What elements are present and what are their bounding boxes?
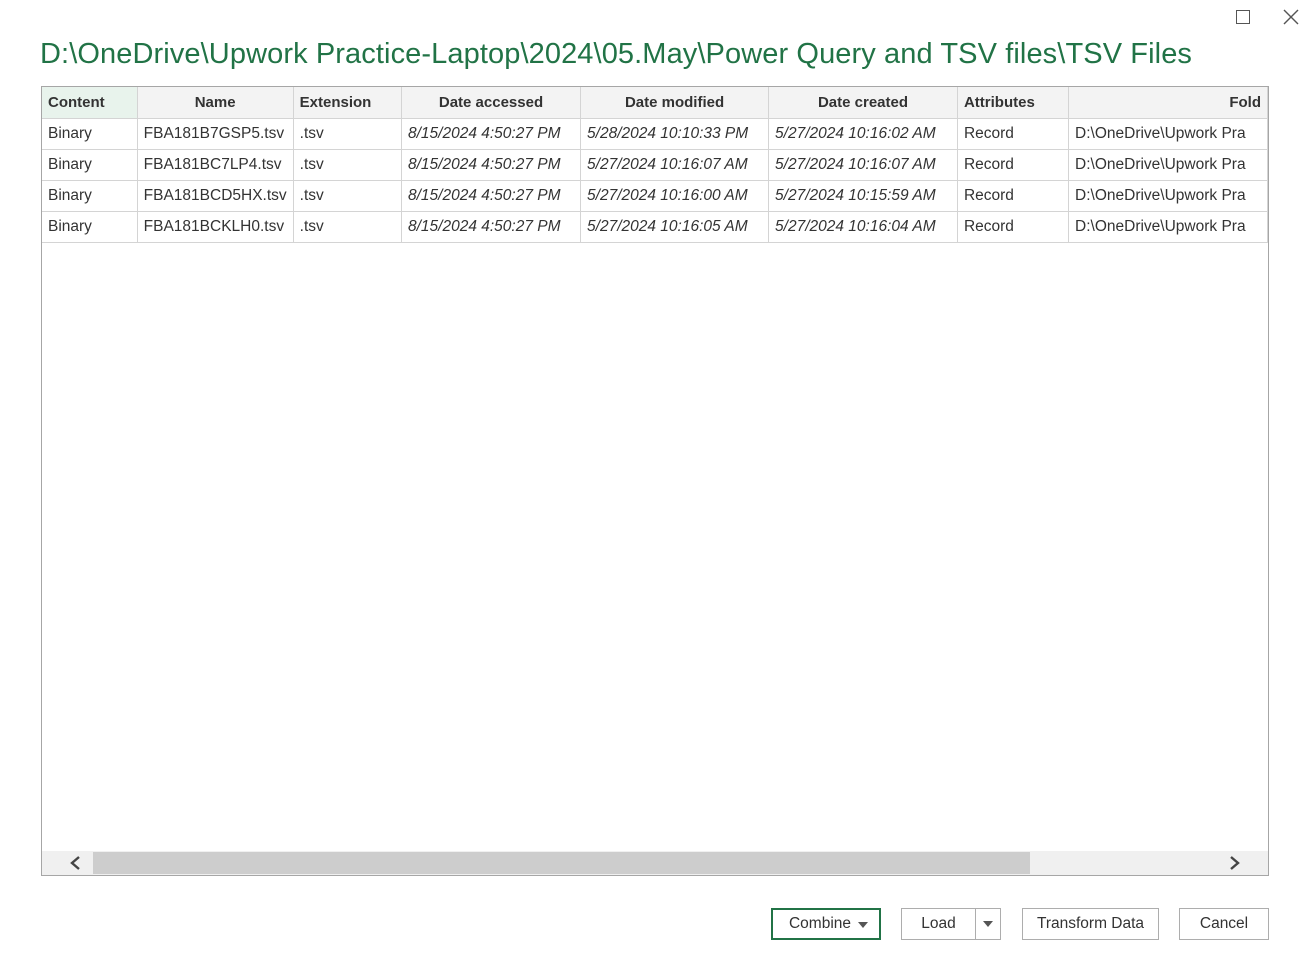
cell-attributes[interactable]: Record	[957, 211, 1070, 243]
chevron-right-icon	[1230, 856, 1240, 870]
column-header-name[interactable]: Name	[137, 87, 294, 119]
cell-attributes[interactable]: Record	[957, 180, 1070, 212]
table-row[interactable]: Binary FBA181BCD5HX.tsv .tsv 8/15/2024 4…	[42, 180, 1268, 212]
cell-extension[interactable]: .tsv	[293, 211, 402, 243]
cell-date-accessed[interactable]: 8/15/2024 4:50:27 PM	[401, 211, 582, 243]
navigator-dialog: D:\OneDrive\Upwork Practice-Laptop\2024\…	[0, 0, 1309, 976]
cancel-label: Cancel	[1199, 915, 1249, 932]
cell-date-modified[interactable]: 5/27/2024 10:16:05 AM	[580, 211, 770, 243]
cell-date-accessed[interactable]: 8/15/2024 4:50:27 PM	[401, 118, 582, 150]
column-header-date-accessed[interactable]: Date accessed	[401, 87, 582, 119]
cell-extension[interactable]: .tsv	[293, 180, 402, 212]
close-button[interactable]	[1276, 4, 1306, 30]
chevron-down-icon	[983, 921, 993, 927]
cell-date-modified[interactable]: 5/28/2024 10:10:33 PM	[580, 118, 770, 150]
cell-date-accessed[interactable]: 8/15/2024 4:50:27 PM	[401, 180, 582, 212]
folder-path-title: D:\OneDrive\Upwork Practice-Laptop\2024\…	[40, 38, 1193, 70]
table-viewport: Content Name Extension Date accessed Dat…	[42, 87, 1268, 851]
cell-name[interactable]: FBA181BCKLH0.tsv	[137, 211, 294, 243]
cell-folder-path[interactable]: D:\OneDrive\Upwork Pra	[1068, 149, 1268, 181]
cell-extension[interactable]: .tsv	[293, 118, 402, 150]
cell-content[interactable]: Binary	[42, 118, 138, 150]
cell-name[interactable]: FBA181BCD5HX.tsv	[137, 180, 294, 212]
column-header-folder-path[interactable]: Fold	[1068, 87, 1268, 119]
combine-button[interactable]: Combine	[771, 908, 881, 940]
cell-date-modified[interactable]: 5/27/2024 10:16:00 AM	[580, 180, 770, 212]
table-header-row: Content Name Extension Date accessed Dat…	[42, 87, 1268, 119]
maximize-icon	[1236, 10, 1250, 24]
column-header-extension[interactable]: Extension	[293, 87, 402, 119]
chevron-down-icon	[858, 922, 868, 928]
cell-attributes[interactable]: Record	[957, 118, 1070, 150]
cell-date-created[interactable]: 5/27/2024 10:15:59 AM	[768, 180, 958, 212]
cell-content[interactable]: Binary	[42, 149, 138, 181]
horizontal-scrollbar[interactable]	[42, 851, 1268, 875]
cell-content[interactable]: Binary	[42, 211, 138, 243]
scrollbar-thumb[interactable]	[93, 852, 1030, 874]
column-header-attributes[interactable]: Attributes	[957, 87, 1070, 119]
cell-date-created[interactable]: 5/27/2024 10:16:04 AM	[768, 211, 958, 243]
chevron-left-icon	[70, 856, 80, 870]
cell-date-modified[interactable]: 5/27/2024 10:16:07 AM	[580, 149, 770, 181]
cell-name[interactable]: FBA181B7GSP5.tsv	[137, 118, 294, 150]
cell-date-created[interactable]: 5/27/2024 10:16:07 AM	[768, 149, 958, 181]
files-table: Content Name Extension Date accessed Dat…	[42, 87, 1268, 243]
table-row[interactable]: Binary FBA181BC7LP4.tsv .tsv 8/15/2024 4…	[42, 149, 1268, 181]
transform-data-label: Transform Data	[1036, 915, 1145, 932]
combine-label: Combine	[788, 915, 852, 932]
cell-content[interactable]: Binary	[42, 180, 138, 212]
cell-folder-path[interactable]: D:\OneDrive\Upwork Pra	[1068, 118, 1268, 150]
column-header-date-modified[interactable]: Date modified	[580, 87, 770, 119]
data-preview-grid: Content Name Extension Date accessed Dat…	[41, 86, 1269, 876]
column-header-content[interactable]: Content	[42, 87, 138, 119]
maximize-button[interactable]	[1228, 4, 1258, 30]
column-header-date-created[interactable]: Date created	[768, 87, 958, 119]
table-row[interactable]: Binary FBA181B7GSP5.tsv .tsv 8/15/2024 4…	[42, 118, 1268, 150]
cell-name[interactable]: FBA181BC7LP4.tsv	[137, 149, 294, 181]
transform-data-button[interactable]: Transform Data	[1022, 908, 1159, 940]
load-button[interactable]: Load	[901, 908, 976, 940]
scroll-right-button[interactable]	[1210, 851, 1260, 875]
cell-extension[interactable]: .tsv	[293, 149, 402, 181]
cell-folder-path[interactable]: D:\OneDrive\Upwork Pra	[1068, 180, 1268, 212]
cell-date-accessed[interactable]: 8/15/2024 4:50:27 PM	[401, 149, 582, 181]
cell-folder-path[interactable]: D:\OneDrive\Upwork Pra	[1068, 211, 1268, 243]
cell-date-created[interactable]: 5/27/2024 10:16:02 AM	[768, 118, 958, 150]
close-icon	[1283, 9, 1299, 25]
table-row[interactable]: Binary FBA181BCKLH0.tsv .tsv 8/15/2024 4…	[42, 211, 1268, 243]
cancel-button[interactable]: Cancel	[1179, 908, 1269, 940]
cell-attributes[interactable]: Record	[957, 149, 1070, 181]
load-label: Load	[921, 915, 956, 932]
load-options-button[interactable]	[975, 908, 1001, 940]
